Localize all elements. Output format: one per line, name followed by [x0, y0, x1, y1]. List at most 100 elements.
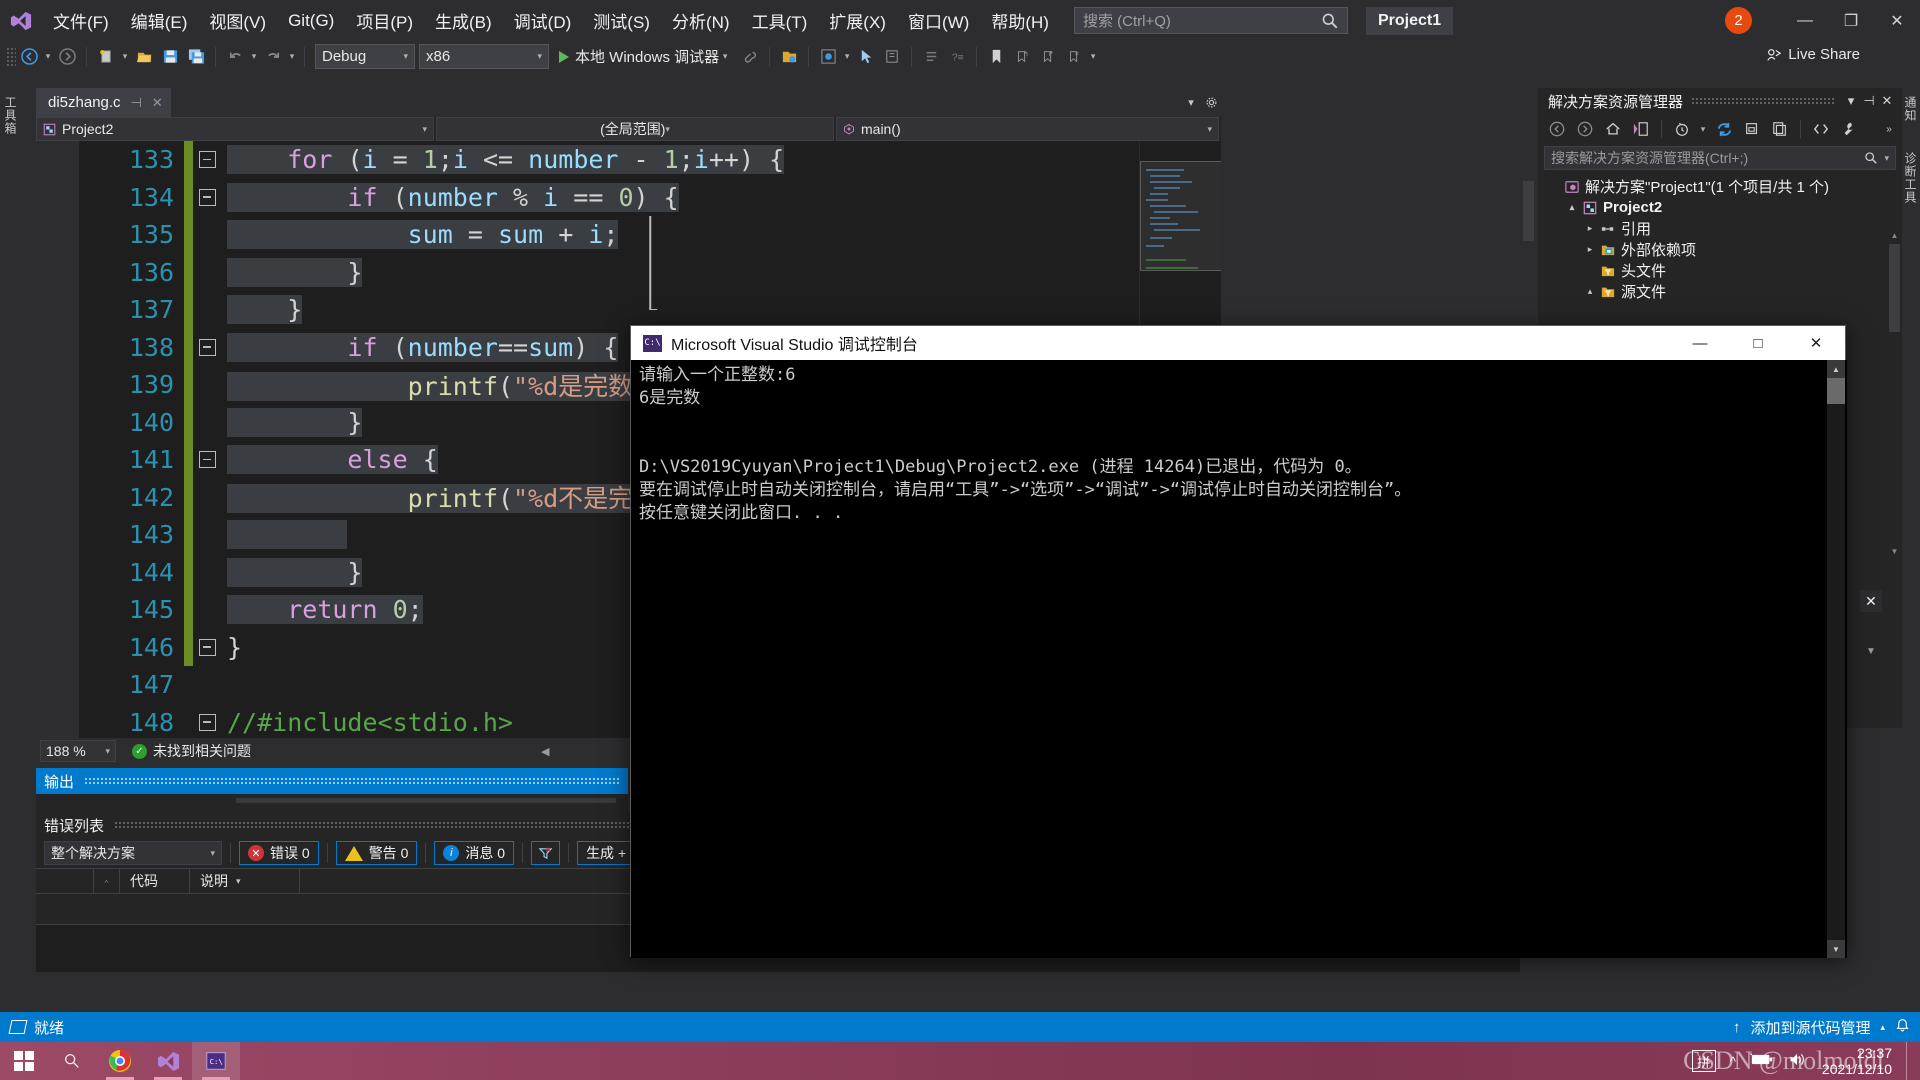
debug-console-window[interactable]: C:\ Microsoft Visual Studio 调试控制台 — □ ✕ … — [630, 325, 1847, 958]
toolbar-grip[interactable] — [6, 46, 16, 67]
fold-margin[interactable] — [193, 179, 221, 217]
scrollbar-thumb[interactable] — [1523, 181, 1534, 241]
pin-icon[interactable]: ⊣ — [131, 95, 142, 111]
menu-item-6[interactable]: 调试(D) — [503, 0, 583, 41]
gear-icon[interactable] — [1201, 88, 1221, 117]
home-icon[interactable] — [1600, 116, 1626, 142]
warnings-filter-button[interactable]: 警告 0 — [335, 841, 418, 865]
chevron-right-icon[interactable]: ▸ — [1582, 244, 1598, 255]
chevron-right-icon[interactable]: ▸ — [1582, 223, 1598, 234]
console-output-text[interactable]: 请输入一个正整数:6 6是完数 D:\VS2019Cyuyan\Project1… — [631, 360, 1847, 958]
solution-platform-select[interactable]: x86 ▾ — [419, 44, 549, 69]
notifications-bell-icon[interactable] — [1895, 1018, 1910, 1037]
comment-icon[interactable] — [918, 44, 944, 70]
previous-bookmark-icon[interactable]: ↰ — [1009, 44, 1035, 70]
chevron-down-icon[interactable]: ▴ — [1564, 202, 1580, 213]
console-scroll-up-icon[interactable]: ▲ — [1827, 360, 1845, 378]
navbar-scope-select[interactable]: (全局范围) ▾ — [436, 117, 834, 141]
menu-item-2[interactable]: 视图(V) — [198, 0, 277, 41]
scroll-down-icon[interactable]: ▼ — [1889, 544, 1900, 558]
code-line[interactable]: 133 for (i = 1;i <= number - 1;i++) { — [79, 141, 1221, 179]
taskbar-visual-studio-button[interactable] — [144, 1042, 192, 1080]
fold-margin[interactable] — [193, 553, 651, 591]
collapse-icon[interactable] — [198, 338, 216, 356]
close-icon[interactable]: ✕ — [1878, 88, 1896, 114]
refresh-icon[interactable] — [1711, 116, 1737, 142]
undo-icon[interactable] — [222, 44, 248, 70]
navigate-backward-dropdown[interactable]: ▾ — [42, 44, 54, 70]
console-title-bar[interactable]: C:\ Microsoft Visual Studio 调试控制台 — □ ✕ — [631, 326, 1845, 360]
tree-item-2[interactable]: ▸ 引用 — [1538, 218, 1902, 239]
menu-item-7[interactable]: 测试(S) — [582, 0, 661, 41]
attach-icon[interactable] — [737, 44, 763, 70]
fold-margin[interactable] — [193, 591, 656, 629]
collapse-icon[interactable] — [198, 713, 216, 731]
console-maximize-button[interactable]: □ — [1729, 326, 1787, 360]
minimap-viewport[interactable] — [1140, 161, 1221, 271]
live-visual-tree-icon[interactable] — [815, 44, 841, 70]
code-line[interactable]: 134 if (number % i == 0) { — [79, 178, 1221, 217]
panel-menu-icon[interactable]: ▾ — [1842, 88, 1860, 114]
save-all-icon[interactable] — [183, 44, 209, 70]
fold-margin[interactable] — [193, 403, 651, 441]
console-minimize-button[interactable]: — — [1671, 326, 1729, 360]
navbar-project-select[interactable]: Project2 ▾ — [36, 117, 434, 141]
column-blank[interactable] — [36, 868, 94, 894]
pin-icon[interactable]: ⊣ — [1860, 88, 1878, 114]
messages-filter-button[interactable]: i 消息 0 — [434, 841, 515, 865]
notification-badge[interactable]: 2 — [1725, 7, 1752, 34]
menu-item-10[interactable]: 扩展(X) — [818, 0, 897, 41]
document-tab-di5zhang[interactable]: di5zhang.c ⊣ ✕ — [36, 88, 171, 117]
tree-item-0[interactable]: 解决方案"Project1"(1 个项目/共 1 个) — [1538, 176, 1902, 197]
menu-item-11[interactable]: 窗口(W) — [897, 0, 980, 41]
collapse-all-icon[interactable] — [1739, 116, 1765, 142]
forward-icon[interactable] — [1572, 116, 1598, 142]
search-input[interactable]: 搜索 (Ctrl+Q) — [1073, 7, 1348, 34]
issue-status[interactable]: ✓ 未找到相关问题 — [132, 741, 251, 761]
taskbar-console-button[interactable]: C:\ — [192, 1042, 240, 1080]
fold-margin[interactable] — [193, 329, 221, 367]
fold-margin[interactable] — [193, 478, 651, 516]
scroll-up-icon[interactable]: ▲ — [1889, 228, 1900, 242]
fold-margin[interactable] — [193, 291, 656, 329]
collapse-icon[interactable] — [198, 451, 216, 469]
menu-item-0[interactable]: 文件(F) — [42, 0, 120, 41]
console-close-button[interactable]: ✕ — [1787, 326, 1845, 360]
fold-margin[interactable] — [193, 441, 221, 479]
upload-icon[interactable]: ↑ — [1733, 1019, 1741, 1036]
new-file-dropdown[interactable]: ▾ — [119, 44, 131, 70]
solution-configuration-select[interactable]: Debug ▾ — [315, 44, 415, 69]
navigate-forward-icon[interactable] — [54, 44, 80, 70]
console-scrollbar[interactable]: ▲ ▼ — [1827, 360, 1845, 958]
output-panel-header[interactable]: 输出 — [36, 768, 628, 794]
active-project-badge[interactable]: Project1 — [1365, 6, 1454, 35]
view-code-icon[interactable] — [1808, 116, 1834, 142]
show-desktop-button[interactable] — [1906, 1042, 1912, 1080]
chevron-down-icon[interactable]: ▴ — [1582, 286, 1598, 297]
collapse-icon[interactable] — [198, 638, 216, 656]
back-icon[interactable] — [1544, 116, 1570, 142]
properties-icon[interactable] — [1836, 116, 1862, 142]
ime-indicator[interactable]: 拼 — [1691, 1050, 1716, 1072]
fold-margin[interactable] — [193, 629, 221, 667]
menu-item-8[interactable]: 分析(N) — [661, 0, 741, 41]
console-scroll-down-icon[interactable]: ▼ — [1827, 940, 1845, 958]
solution-tree[interactable]: 解决方案"Project1"(1 个项目/共 1 个) ▴ Project2 ▸ 引用 ▸… — [1538, 176, 1902, 302]
folder-open-icon[interactable] — [776, 44, 802, 70]
column-icon[interactable] — [94, 868, 120, 894]
toolbox-rail[interactable]: 工具箱 — [0, 90, 20, 390]
menu-item-9[interactable]: 工具(T) — [741, 0, 819, 41]
start-debugging-dropdown[interactable]: ▾ — [719, 44, 731, 70]
taskbar-chrome-button[interactable] — [96, 1042, 144, 1080]
taskbar-search-button[interactable] — [48, 1042, 96, 1080]
indent-icon[interactable] — [879, 44, 905, 70]
fold-margin[interactable] — [193, 666, 221, 704]
tree-item-5[interactable]: ▴ 源文件 — [1538, 281, 1902, 302]
clear-filter-button[interactable] — [531, 841, 561, 865]
fold-margin[interactable] — [193, 253, 651, 291]
errors-filter-button[interactable]: ✕ 错误 0 — [239, 841, 319, 865]
collapse-icon[interactable] — [198, 151, 216, 169]
save-icon[interactable] — [157, 44, 183, 70]
taskbar-start-button[interactable] — [0, 1042, 48, 1080]
menu-item-4[interactable]: 项目(P) — [345, 0, 424, 41]
